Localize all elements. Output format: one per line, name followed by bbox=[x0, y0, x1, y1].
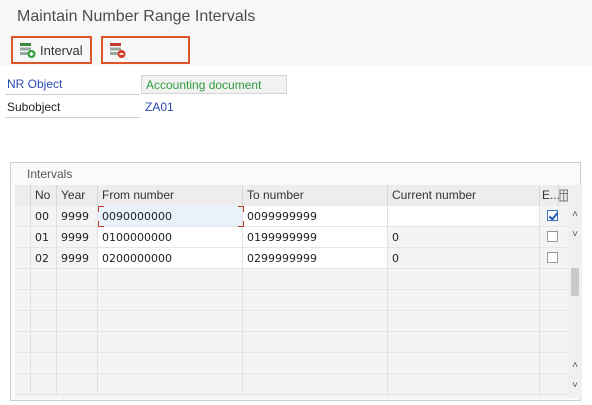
table-scrollbar[interactable]: ˄ ˅ ˄ ˅ bbox=[568, 185, 582, 398]
scroll-up-icon[interactable]: ˄ bbox=[569, 209, 581, 221]
table-row[interactable]: 02 9999 0200000000 0299999999 0 bbox=[15, 248, 572, 269]
empty-cell bbox=[243, 269, 388, 290]
cell-no: 01 bbox=[31, 227, 57, 248]
empty-cell bbox=[243, 290, 388, 311]
empty-cell bbox=[31, 269, 57, 290]
external-checkbox[interactable] bbox=[547, 231, 558, 242]
toolbar: Interval bbox=[0, 34, 592, 66]
empty-cell bbox=[388, 374, 540, 395]
table-header: No Year From number To number Current nu… bbox=[15, 185, 572, 207]
delete-interval-icon bbox=[110, 43, 126, 58]
table-row[interactable]: 01 9999 0100000000 0199999999 0 bbox=[15, 227, 572, 248]
nr-object-value: Accounting document bbox=[141, 75, 287, 94]
insert-interval-icon bbox=[20, 43, 36, 58]
empty-row bbox=[15, 290, 572, 311]
cell-year[interactable]: 9999 bbox=[57, 248, 98, 269]
scroll-thumb[interactable] bbox=[571, 268, 579, 296]
intervals-panel: Intervals No Year From number To number … bbox=[10, 162, 582, 401]
empty-cell bbox=[388, 290, 540, 311]
empty-cell bbox=[57, 290, 98, 311]
empty-cell bbox=[15, 311, 31, 332]
row-selector[interactable] bbox=[15, 227, 31, 248]
cell-from-number[interactable]: 0090000000 bbox=[98, 206, 243, 227]
external-checkbox[interactable] bbox=[547, 252, 558, 263]
empty-cell bbox=[243, 374, 388, 395]
empty-cell bbox=[31, 353, 57, 374]
empty-cell bbox=[31, 332, 57, 353]
subobject-row: Subobject ZA01 bbox=[5, 98, 285, 118]
nr-object-row: NR Object Accounting document bbox=[5, 75, 287, 95]
empty-cell bbox=[57, 374, 98, 395]
scroll-page-up-icon[interactable]: ˄ bbox=[569, 360, 581, 372]
intervals-title: Intervals bbox=[27, 167, 73, 181]
focus-corner bbox=[98, 206, 104, 212]
empty-cell bbox=[243, 332, 388, 353]
empty-cell bbox=[57, 269, 98, 290]
empty-row bbox=[15, 269, 572, 290]
cell-current-number[interactable]: 0 bbox=[388, 227, 540, 248]
cell-no: 02 bbox=[31, 248, 57, 269]
col-header-current-number[interactable]: Current number bbox=[388, 185, 540, 206]
row-selector[interactable] bbox=[15, 206, 31, 227]
empty-cell bbox=[57, 311, 98, 332]
empty-cell bbox=[98, 332, 243, 353]
empty-cell bbox=[57, 353, 98, 374]
cell-from-number[interactable]: 0200000000 bbox=[98, 248, 243, 269]
nr-object-label: NR Object bbox=[5, 75, 140, 95]
cell-from-number[interactable]: 0100000000 bbox=[98, 227, 243, 248]
col-header-no[interactable]: No bbox=[31, 185, 57, 206]
focus-corner bbox=[238, 206, 244, 212]
empty-cell bbox=[243, 311, 388, 332]
empty-cell bbox=[388, 353, 540, 374]
empty-cell bbox=[15, 269, 31, 290]
cell-to-number[interactable]: 0199999999 bbox=[243, 227, 388, 248]
cell-to-number[interactable]: 0099999999 bbox=[243, 206, 388, 227]
empty-cell bbox=[388, 311, 540, 332]
row-selector[interactable] bbox=[15, 248, 31, 269]
empty-cell bbox=[98, 353, 243, 374]
scroll-down-icon[interactable]: ˅ bbox=[569, 229, 581, 241]
empty-row bbox=[15, 311, 572, 332]
empty-cell bbox=[15, 374, 31, 395]
col-header-to-number[interactable]: To number bbox=[243, 185, 388, 206]
empty-cell bbox=[15, 353, 31, 374]
scroll-page-down-icon[interactable]: ˅ bbox=[569, 380, 581, 392]
cell-to-number[interactable]: 0299999999 bbox=[243, 248, 388, 269]
subobject-label: Subobject bbox=[5, 98, 140, 118]
delete-interval-button[interactable] bbox=[101, 36, 190, 64]
cell-year[interactable]: 9999 bbox=[57, 206, 98, 227]
col-header-year[interactable]: Year bbox=[57, 185, 98, 206]
empty-cell bbox=[15, 332, 31, 353]
empty-cell bbox=[57, 332, 98, 353]
empty-cell bbox=[31, 374, 57, 395]
empty-cell bbox=[98, 374, 243, 395]
col-header-from-number[interactable]: From number bbox=[98, 185, 243, 206]
table-row[interactable]: 00 9999 0090000000 0099999999 bbox=[15, 206, 572, 227]
empty-cell bbox=[388, 269, 540, 290]
external-checkbox[interactable] bbox=[547, 210, 558, 221]
empty-cell bbox=[31, 290, 57, 311]
cell-no: 00 bbox=[31, 206, 57, 227]
title-bar: Maintain Number Range Intervals bbox=[0, 0, 592, 35]
empty-cell bbox=[98, 290, 243, 311]
cell-current-number[interactable] bbox=[388, 206, 540, 227]
row-selector-header[interactable] bbox=[15, 185, 31, 206]
cell-current-number[interactable]: 0 bbox=[388, 248, 540, 269]
empty-cell bbox=[98, 269, 243, 290]
empty-row bbox=[15, 374, 572, 395]
subobject-value[interactable]: ZA01 bbox=[141, 98, 287, 117]
insert-interval-button[interactable]: Interval bbox=[11, 36, 92, 64]
insert-interval-label: Interval bbox=[40, 42, 83, 58]
intervals-table: No Year From number To number Current nu… bbox=[15, 185, 572, 398]
page-title: Maintain Number Range Intervals bbox=[17, 8, 256, 25]
empty-row bbox=[15, 332, 572, 353]
empty-cell bbox=[98, 311, 243, 332]
empty-cell bbox=[15, 290, 31, 311]
empty-cell bbox=[388, 332, 540, 353]
empty-cell bbox=[31, 311, 57, 332]
empty-cell bbox=[243, 353, 388, 374]
col-header-external[interactable]: E... bbox=[540, 185, 560, 206]
empty-row bbox=[15, 353, 572, 374]
cell-year[interactable]: 9999 bbox=[57, 227, 98, 248]
